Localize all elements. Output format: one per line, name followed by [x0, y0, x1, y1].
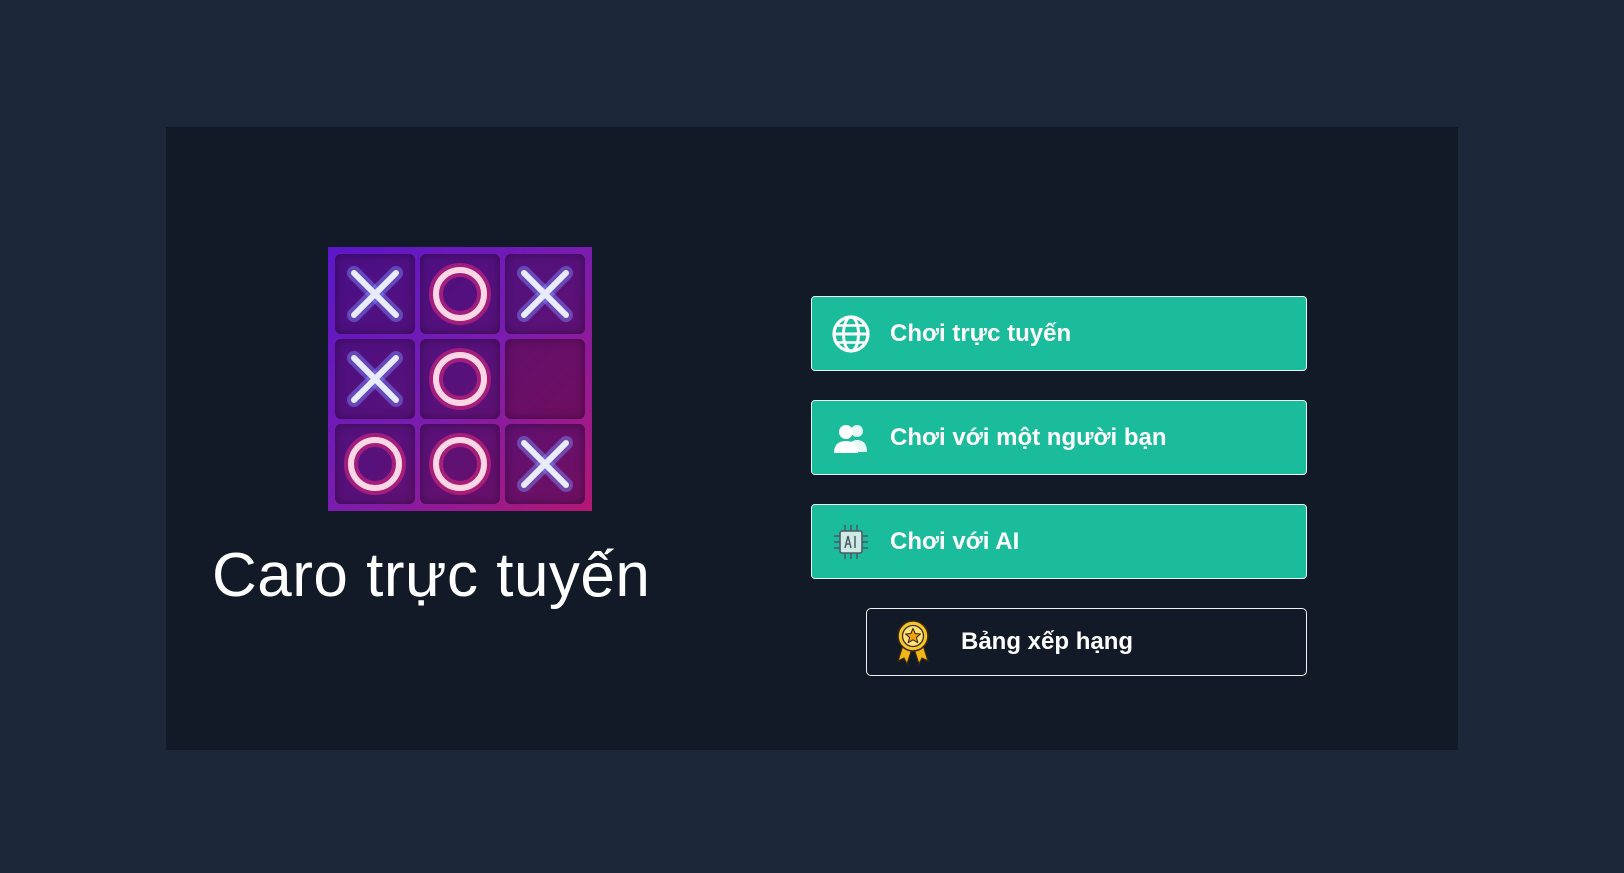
- play-with-friend-button[interactable]: Chơi với một người bạn: [811, 400, 1307, 475]
- board-cell-empty: [505, 339, 585, 419]
- board-cell-x: [505, 254, 585, 334]
- x-mark-icon: [517, 266, 573, 322]
- o-mark-icon: [429, 348, 491, 410]
- app-title: Caro trực tuyến: [212, 541, 651, 610]
- play-with-ai-label: Chơi với AI: [890, 527, 1020, 555]
- play-online-label: Chơi trực tuyến: [890, 319, 1072, 347]
- play-with-ai-button[interactable]: Chơi với AI: [811, 504, 1307, 579]
- leaderboard-label: Bảng xếp hạng: [961, 628, 1134, 655]
- o-mark-icon: [429, 263, 491, 325]
- leaderboard-button[interactable]: Bảng xếp hạng: [866, 608, 1307, 676]
- board-cell-o: [420, 424, 500, 504]
- x-mark-icon: [347, 351, 403, 407]
- board-cell-o: [420, 254, 500, 334]
- board-cell-o: [420, 339, 500, 419]
- board-cell-o: [335, 424, 415, 504]
- o-mark-icon: [429, 433, 491, 495]
- board-cell-x: [335, 339, 415, 419]
- medal-icon: [893, 619, 933, 665]
- tic-tac-toe-logo: [328, 247, 592, 511]
- play-with-friend-label: Chơi với một người bạn: [890, 423, 1167, 451]
- play-online-button[interactable]: Chơi trực tuyến: [811, 296, 1307, 371]
- board-cell-x: [505, 424, 585, 504]
- ai-chip-icon: [830, 521, 872, 563]
- o-mark-icon: [344, 433, 406, 495]
- x-mark-icon: [517, 436, 573, 492]
- x-mark-icon: [347, 266, 403, 322]
- globe-icon: [830, 313, 872, 355]
- board-cell-x: [335, 254, 415, 334]
- main-panel: Caro trực tuyến Chơi trực tuyến Chơi với…: [166, 127, 1458, 750]
- users-icon: [830, 417, 872, 459]
